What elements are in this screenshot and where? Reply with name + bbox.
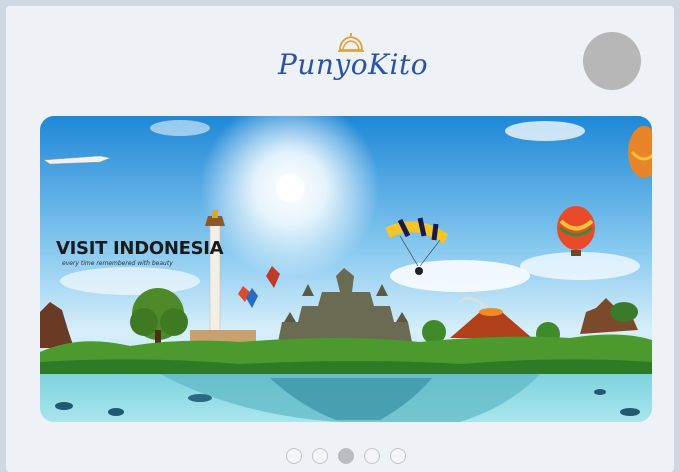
app-logo: PunyoKito [278, 32, 428, 92]
logo-wordmark: PunyoKito [278, 48, 429, 81]
carousel-dot-2[interactable] [312, 448, 328, 464]
avatar[interactable] [583, 32, 641, 90]
carousel-dot-1[interactable] [286, 448, 302, 464]
app-frame: PunyoKito VISIT INDONESIA every time rem… [6, 6, 674, 472]
banner-subtitle: every time remembered with beauty [62, 260, 173, 267]
banner-illustration [40, 116, 652, 422]
carousel-dot-5[interactable] [390, 448, 406, 464]
promo-banner[interactable]: VISIT INDONESIA every time remembered wi… [40, 116, 652, 422]
carousel-dot-3[interactable] [338, 448, 354, 464]
carousel-dot-4[interactable] [364, 448, 380, 464]
banner-title: VISIT INDONESIA [56, 238, 224, 259]
carousel-indicator [278, 448, 414, 466]
